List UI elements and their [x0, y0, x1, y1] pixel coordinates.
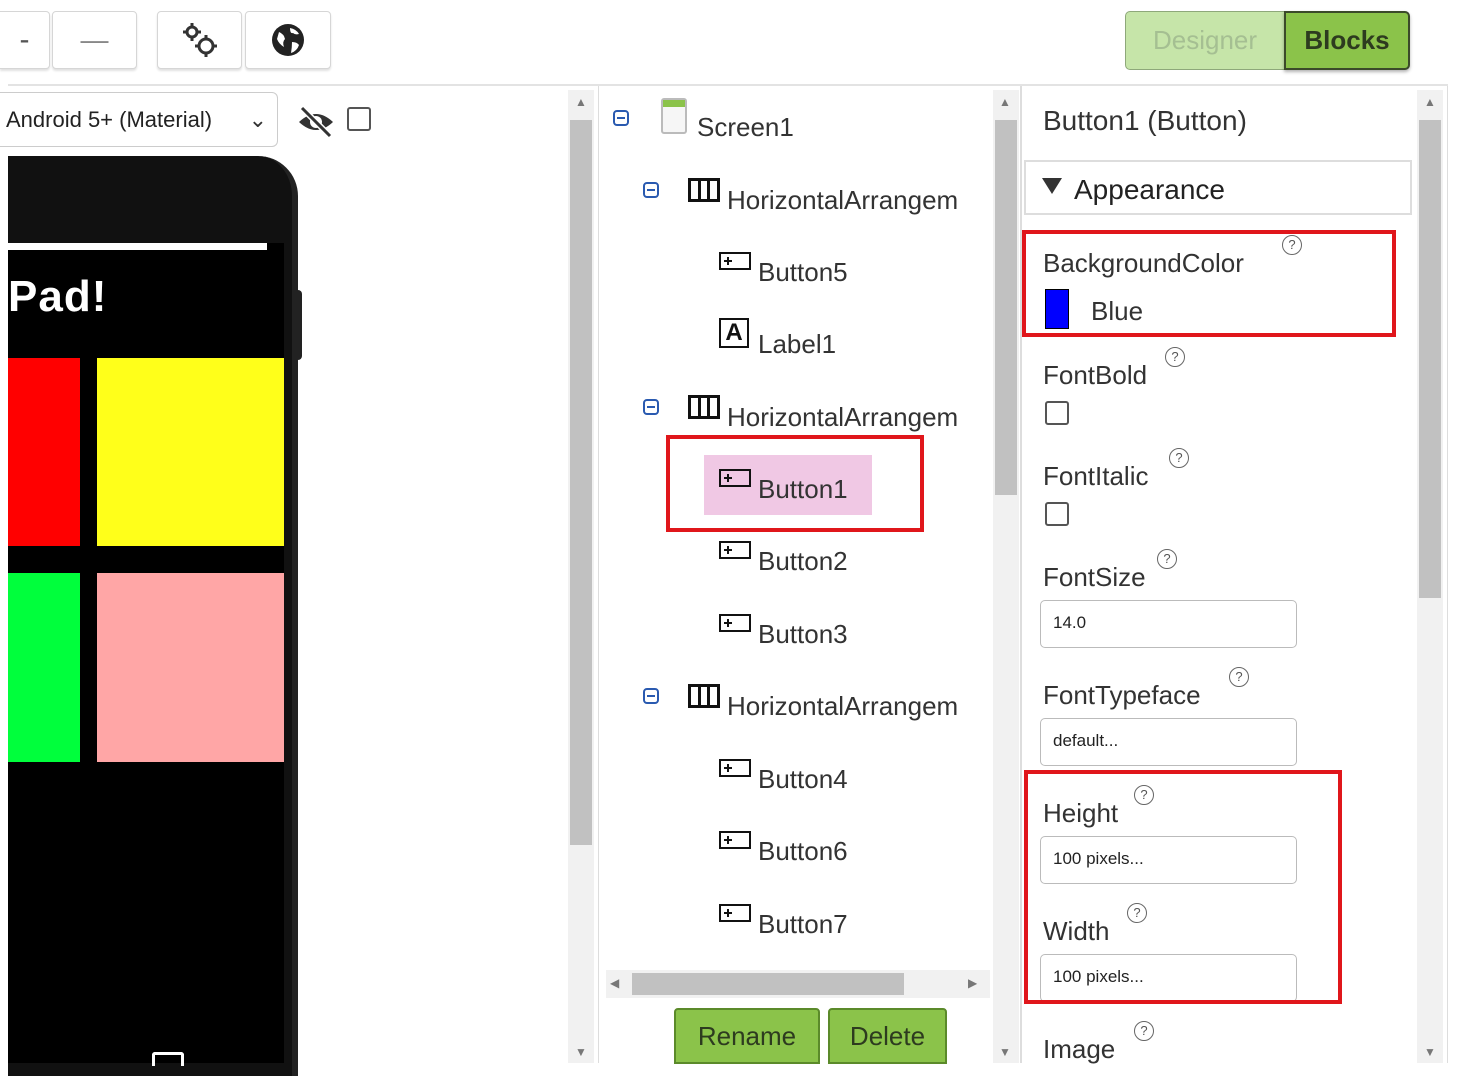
tree-node-screen1[interactable]: Screen1	[697, 112, 794, 143]
horizontal-arrangement-icon	[688, 178, 720, 202]
button-icon	[719, 759, 751, 777]
help-icon[interactable]: ?	[1134, 785, 1154, 805]
button-icon	[719, 252, 751, 270]
tree-node-horizontal-arrangement[interactable]: HorizontalArrangem	[727, 185, 989, 216]
fonttypeface-input[interactable]: default...	[1040, 718, 1297, 766]
delete-button[interactable]: Delete	[828, 1008, 947, 1064]
partial-toolbar-button[interactable]: -	[0, 11, 50, 69]
button-icon	[719, 469, 751, 487]
chevron-down-icon: ⌄	[248, 107, 267, 132]
app-title: Pad!	[8, 272, 108, 321]
help-icon[interactable]: ?	[1157, 549, 1177, 569]
tree-node-button[interactable]: Button7	[758, 909, 848, 940]
property-label-fontbold: FontBold	[1043, 360, 1148, 390]
appearance-section-header[interactable]: Appearance	[1024, 160, 1412, 215]
gears-icon	[182, 23, 217, 57]
fontsize-input[interactable]: 14.0	[1040, 600, 1297, 648]
eye-slash-icon[interactable]	[296, 104, 336, 140]
tree-node-horizontal-arrangement[interactable]: HorizontalArrangem	[727, 402, 989, 433]
project-properties-button[interactable]	[157, 11, 242, 69]
scroll-right-icon[interactable]: ▶	[968, 976, 977, 990]
tree-node-label[interactable]: Label1	[758, 329, 836, 360]
properties-title: Button1 (Button)	[1043, 105, 1247, 136]
collapse-icon[interactable]	[643, 399, 659, 415]
pad-button-pink[interactable]	[97, 573, 284, 762]
home-nav-icon	[152, 1052, 184, 1066]
property-label-fontsize: FontSize	[1043, 562, 1146, 592]
scroll-up-icon[interactable]: ▲	[575, 95, 587, 109]
collapse-icon[interactable]	[643, 182, 659, 198]
color-swatch[interactable]	[1045, 289, 1069, 329]
tree-node-button[interactable]: Button2	[758, 546, 848, 577]
scroll-down-icon[interactable]: ▼	[575, 1045, 587, 1059]
globe-icon	[272, 24, 304, 56]
tree-horizontal-scrollbar-thumb[interactable]	[632, 973, 904, 995]
rename-button[interactable]: Rename	[674, 1008, 820, 1064]
width-input[interactable]: 100 pixels...	[1040, 954, 1297, 1002]
viewer-scrollbar-thumb[interactable]	[570, 120, 592, 845]
height-input[interactable]: 100 pixels...	[1040, 836, 1297, 884]
help-icon[interactable]: ?	[1134, 1021, 1154, 1041]
device-theme-select[interactable]: Android 5+ (Material) ⌄	[0, 92, 278, 147]
button-icon	[719, 904, 751, 922]
properties-scrollbar-thumb[interactable]	[1419, 120, 1441, 598]
help-icon[interactable]: ?	[1229, 667, 1249, 687]
button-icon	[719, 614, 751, 632]
backgroundcolor-value[interactable]: Blue	[1091, 296, 1143, 327]
tree-node-button[interactable]: Button3	[758, 619, 848, 650]
property-label-width: Width	[1043, 916, 1110, 946]
tree-node-button[interactable]: Button5	[758, 257, 848, 288]
collapse-icon[interactable]	[643, 688, 659, 704]
phone-side-button	[292, 290, 302, 360]
property-label-image: Image	[1043, 1034, 1116, 1064]
screen-icon	[661, 98, 687, 134]
property-label-fonttypeface: FontTypeface	[1043, 680, 1201, 710]
scroll-down-icon[interactable]: ▼	[999, 1045, 1011, 1059]
horizontal-arrangement-icon	[688, 395, 720, 419]
help-icon[interactable]: ?	[1127, 903, 1147, 923]
fontitalic-checkbox[interactable]	[1045, 502, 1069, 526]
pad-button-green[interactable]	[8, 573, 80, 762]
help-icon[interactable]: ?	[1282, 235, 1302, 255]
collapse-icon[interactable]	[613, 110, 629, 126]
tree-scrollbar[interactable]	[993, 90, 1019, 1063]
designer-button[interactable]: Designer	[1125, 11, 1285, 70]
tree-node-button[interactable]: Button4	[758, 764, 848, 795]
scroll-up-icon[interactable]: ▲	[999, 95, 1011, 109]
fontbold-checkbox[interactable]	[1045, 401, 1069, 425]
horizontal-arrangement-icon	[688, 684, 720, 708]
tree-horizontal-scrollbar[interactable]	[606, 970, 990, 998]
scroll-left-icon[interactable]: ◀	[610, 976, 619, 990]
blocks-button[interactable]: Blocks	[1284, 11, 1410, 70]
property-label-fontitalic: FontItalic	[1043, 461, 1149, 491]
viewer-scrollbar[interactable]	[568, 90, 594, 1063]
button-icon	[719, 831, 751, 849]
help-icon[interactable]: ?	[1165, 347, 1185, 367]
status-bar-line	[8, 243, 267, 250]
property-label-height: Height	[1043, 798, 1119, 828]
show-hidden-checkbox[interactable]	[347, 107, 371, 131]
tree-scrollbar-thumb[interactable]	[995, 120, 1017, 495]
scroll-up-icon[interactable]: ▲	[1424, 95, 1436, 109]
properties-scrollbar[interactable]	[1417, 90, 1443, 1063]
tree-node-button[interactable]: Button6	[758, 836, 848, 867]
property-label-backgroundcolor: BackgroundColor	[1043, 248, 1244, 278]
pad-button-yellow[interactable]	[97, 358, 284, 546]
help-icon[interactable]: ?	[1169, 448, 1189, 468]
scroll-down-icon[interactable]: ▼	[1424, 1045, 1436, 1059]
tree-node-button-selected[interactable]: Button1	[758, 474, 848, 505]
globe-button[interactable]	[245, 11, 331, 69]
tree-node-horizontal-arrangement[interactable]: HorizontalArrangem	[727, 691, 989, 722]
label-icon: A	[719, 318, 749, 348]
zoom-out-button[interactable]: —	[52, 11, 137, 69]
button-icon	[719, 541, 751, 559]
triangle-down-icon	[1042, 178, 1062, 194]
pad-button-red[interactable]	[8, 358, 80, 546]
